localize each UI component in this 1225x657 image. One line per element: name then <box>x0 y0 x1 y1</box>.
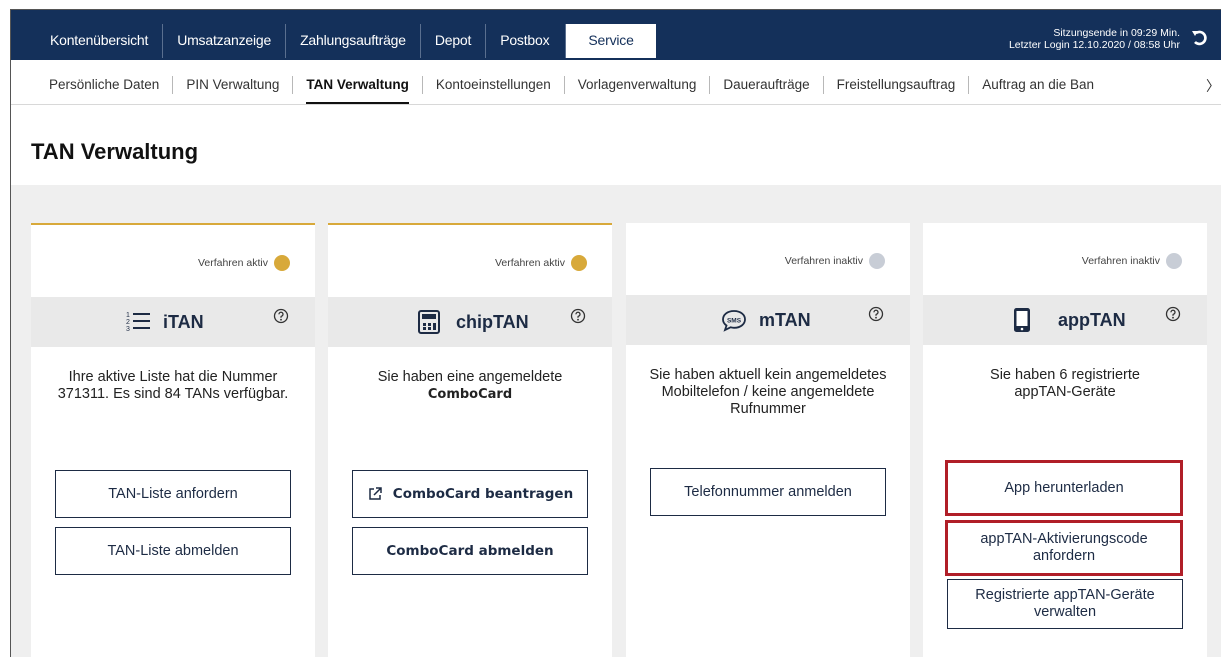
last-login-text: Letzter Login 12.10.2020 / 08:58 Uhr <box>1008 39 1180 51</box>
browser-frame: Kontenübersicht Umsatzanzeige Zahlungsau… <box>10 9 1221 657</box>
svg-text:1: 1 <box>126 312 130 319</box>
combocard-abmelden-button[interactable]: ComboCard abmelden <box>352 527 588 575</box>
status-indicator: Verfahren aktiv <box>198 255 290 271</box>
session-timeout-text: Sitzungsende in 09:29 Min. <box>1053 27 1180 39</box>
subnav-persoenliche-daten[interactable]: Persönliche Daten <box>36 76 174 94</box>
status-text: Verfahren aktiv <box>197 257 268 269</box>
method-description: Sie haben 6 registrierte appTAN-Geräte <box>990 367 1140 400</box>
method-name: mTAN <box>759 310 811 330</box>
main-tabs: Kontenübersicht Umsatzanzeige Zahlungsau… <box>36 24 656 58</box>
external-link-icon <box>369 487 382 500</box>
help-icon[interactable] <box>570 308 586 324</box>
page-title: TAN Verwaltung <box>31 139 199 164</box>
tab-umsatzanzeige[interactable]: Umsatzanzeige <box>163 24 287 58</box>
card-header: chipTAN <box>328 297 612 347</box>
subnav-pin-verwaltung[interactable]: PIN Verwaltung <box>173 76 294 94</box>
session-info: Sitzungsende in 09:29 Min. Letzter Login… <box>1009 27 1180 51</box>
tan-liste-abmelden-button[interactable]: TAN-Liste abmelden <box>55 527 291 575</box>
registrierte-apptan-geraete-button[interactable]: Registrierte appTAN-Geräte verwalten <box>947 579 1183 629</box>
subnav-kontoeinstellungen[interactable]: Kontoeinstellungen <box>423 76 565 94</box>
subnav-vorlagenverwaltung[interactable]: Vorlagenverwaltung <box>565 76 711 94</box>
card-chiptan: Verfahren aktiv chipTAN Sie haben eine a… <box>328 223 612 657</box>
svg-text:3: 3 <box>126 326 130 333</box>
subnav-freistellungsauftrag[interactable]: Freistellungsauftrag <box>824 76 970 94</box>
app-herunterladen-button[interactable]: App herunterladen <box>945 460 1183 516</box>
card-header: SMS mTAN <box>626 295 910 345</box>
calculator-icon <box>418 310 440 334</box>
status-indicator: Verfahren inaktiv <box>1082 253 1182 269</box>
smartphone-icon <box>1014 308 1030 332</box>
tan-liste-anfordern-button[interactable]: TAN-Liste anfordern <box>55 470 291 518</box>
status-text: Verfahren inaktiv <box>1081 255 1160 267</box>
tab-service[interactable]: Service <box>566 24 656 58</box>
help-icon[interactable] <box>868 306 884 322</box>
status-active-dot <box>571 255 587 271</box>
page-header: TAN Verwaltung <box>11 105 1221 185</box>
subnav-tan-verwaltung[interactable]: TAN Verwaltung <box>293 76 423 104</box>
status-inactive-dot <box>1166 253 1182 269</box>
status-inactive-dot <box>869 253 885 269</box>
sub-navigation: Persönliche Daten PIN Verwaltung TAN Ver… <box>11 60 1221 105</box>
button-label: ComboCard beantragen <box>392 485 574 502</box>
method-name: iTAN <box>163 312 204 332</box>
description-line: Sie haben eine angemeldete <box>377 369 563 385</box>
tab-kontenuebersicht[interactable]: Kontenübersicht <box>36 24 164 58</box>
subnav-auftrag-an-die-bank[interactable]: Auftrag an die Ban <box>969 76 1107 94</box>
status-text: Verfahren aktiv <box>494 257 565 269</box>
top-navigation-bar: Kontenübersicht Umsatzanzeige Zahlungsau… <box>11 10 1221 60</box>
apptan-aktivierungscode-button[interactable]: appTAN-Aktivierungscode anfordern <box>945 520 1183 576</box>
card-mtan: Verfahren inaktiv SMS mTAN Sie haben akt… <box>626 223 910 657</box>
tab-depot[interactable]: Depot <box>421 24 487 58</box>
tab-zahlungsauftraege[interactable]: Zahlungsaufträge <box>286 24 421 58</box>
refresh-session-icon[interactable] <box>1190 28 1210 48</box>
svg-text:2: 2 <box>126 319 130 326</box>
card-header: appTAN <box>923 295 1207 345</box>
status-text: Verfahren inaktiv <box>784 255 863 267</box>
help-icon[interactable] <box>1165 306 1181 322</box>
status-indicator: Verfahren aktiv <box>495 255 587 271</box>
help-icon[interactable] <box>273 308 289 324</box>
status-active-dot <box>274 255 290 271</box>
combocard-beantragen-button[interactable]: ComboCard beantragen <box>352 470 588 518</box>
numbered-list-icon: 1 2 3 <box>126 312 150 333</box>
method-name: appTAN <box>1058 310 1126 330</box>
card-header: 1 2 3 iTAN <box>31 297 315 347</box>
method-name: chipTAN <box>456 312 529 332</box>
telefonnummer-anmelden-button[interactable]: Telefonnummer anmelden <box>650 468 886 516</box>
svg-text:SMS: SMS <box>727 318 742 325</box>
combocard-label: ComboCard <box>427 387 513 402</box>
method-description: Sie haben eine angemeldete ComboCard <box>338 369 602 403</box>
card-apptan: Verfahren inaktiv appTAN Sie haben 6 reg… <box>923 223 1207 657</box>
card-itan: Verfahren aktiv 1 2 3 iTAN Ihre aktive L… <box>31 223 315 657</box>
tan-methods-area: Verfahren aktiv 1 2 3 iTAN Ihre aktive L… <box>11 185 1221 657</box>
method-description: Sie haben aktuell kein angemeldetes Mobi… <box>649 367 887 417</box>
method-description: Ihre aktive Liste hat die Nummer 371311.… <box>57 369 289 402</box>
status-indicator: Verfahren inaktiv <box>785 253 885 269</box>
subnav-dauerauftraege[interactable]: Daueraufträge <box>710 76 824 94</box>
sms-icon: SMS <box>722 310 746 332</box>
subnav-scroll-right-icon[interactable]: 〉 <box>1202 76 1220 96</box>
tab-postbox[interactable]: Postbox <box>486 24 567 58</box>
